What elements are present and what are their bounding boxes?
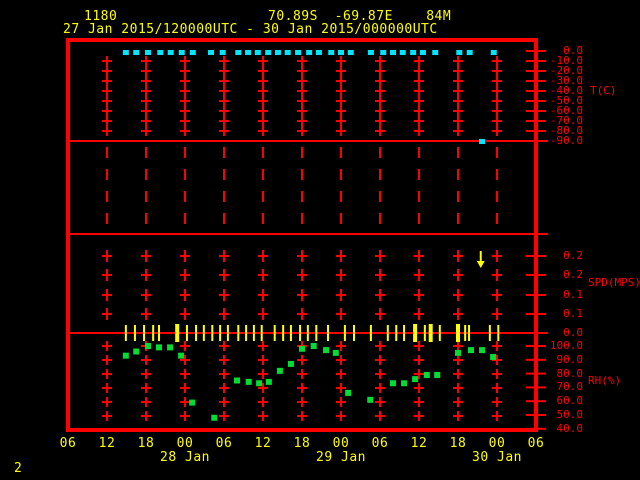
rh-tick-label: 40.0 [556,421,584,435]
hour-tick-label: 12 [410,436,428,451]
hour-tick-label: 00 [488,436,506,451]
rh-tick-label: 50.0 [556,408,584,421]
hour-tick-label: 06 [59,436,77,451]
hour-tick-label: 00 [176,436,194,451]
hour-tick-label: 18 [293,436,311,451]
spd-tick-label: 0.1 [563,307,583,320]
hour-tick-label: 06 [215,436,233,451]
page-number: 2 [14,461,23,476]
hour-tick-label: 00 [332,436,350,451]
hour-tick-label: 06 [371,436,389,451]
hour-tick-label: 18 [137,436,155,451]
date-label: 29 Jan [316,450,366,465]
spd-tick-label: 0.2 [563,249,583,262]
rh-tick-label: 100.0 [549,339,583,352]
temp-axis-title: T(C) [590,84,617,97]
rh-tick-label: 80.0 [556,366,584,380]
date-label: 28 Jan [160,450,210,465]
plot-canvas [66,38,548,432]
rh-axis-title: RH(%) [588,374,622,387]
spd-tick-label: 0.1 [563,288,583,301]
meteogram-screen: 1180 70.89S -69.87E 84M 27 Jan 2015/1200… [0,0,640,480]
hour-tick-label: 12 [98,436,116,451]
hour-tick-label: 12 [254,436,272,451]
spd-tick-label: 0.0 [563,326,583,339]
rh-tick-label: 60.0 [556,394,584,408]
spd-tick-label: 0.2 [563,268,583,281]
rh-tick-label: 90.0 [556,352,584,366]
hour-tick-label: 06 [527,436,545,451]
hour-tick-label: 18 [449,436,467,451]
temp-tick-label: -90.0 [549,134,583,147]
date-label: 30 Jan [472,450,522,465]
spd-axis-title: SPD(MPS) [588,276,640,289]
rh-tick-label: 70.0 [556,380,584,394]
